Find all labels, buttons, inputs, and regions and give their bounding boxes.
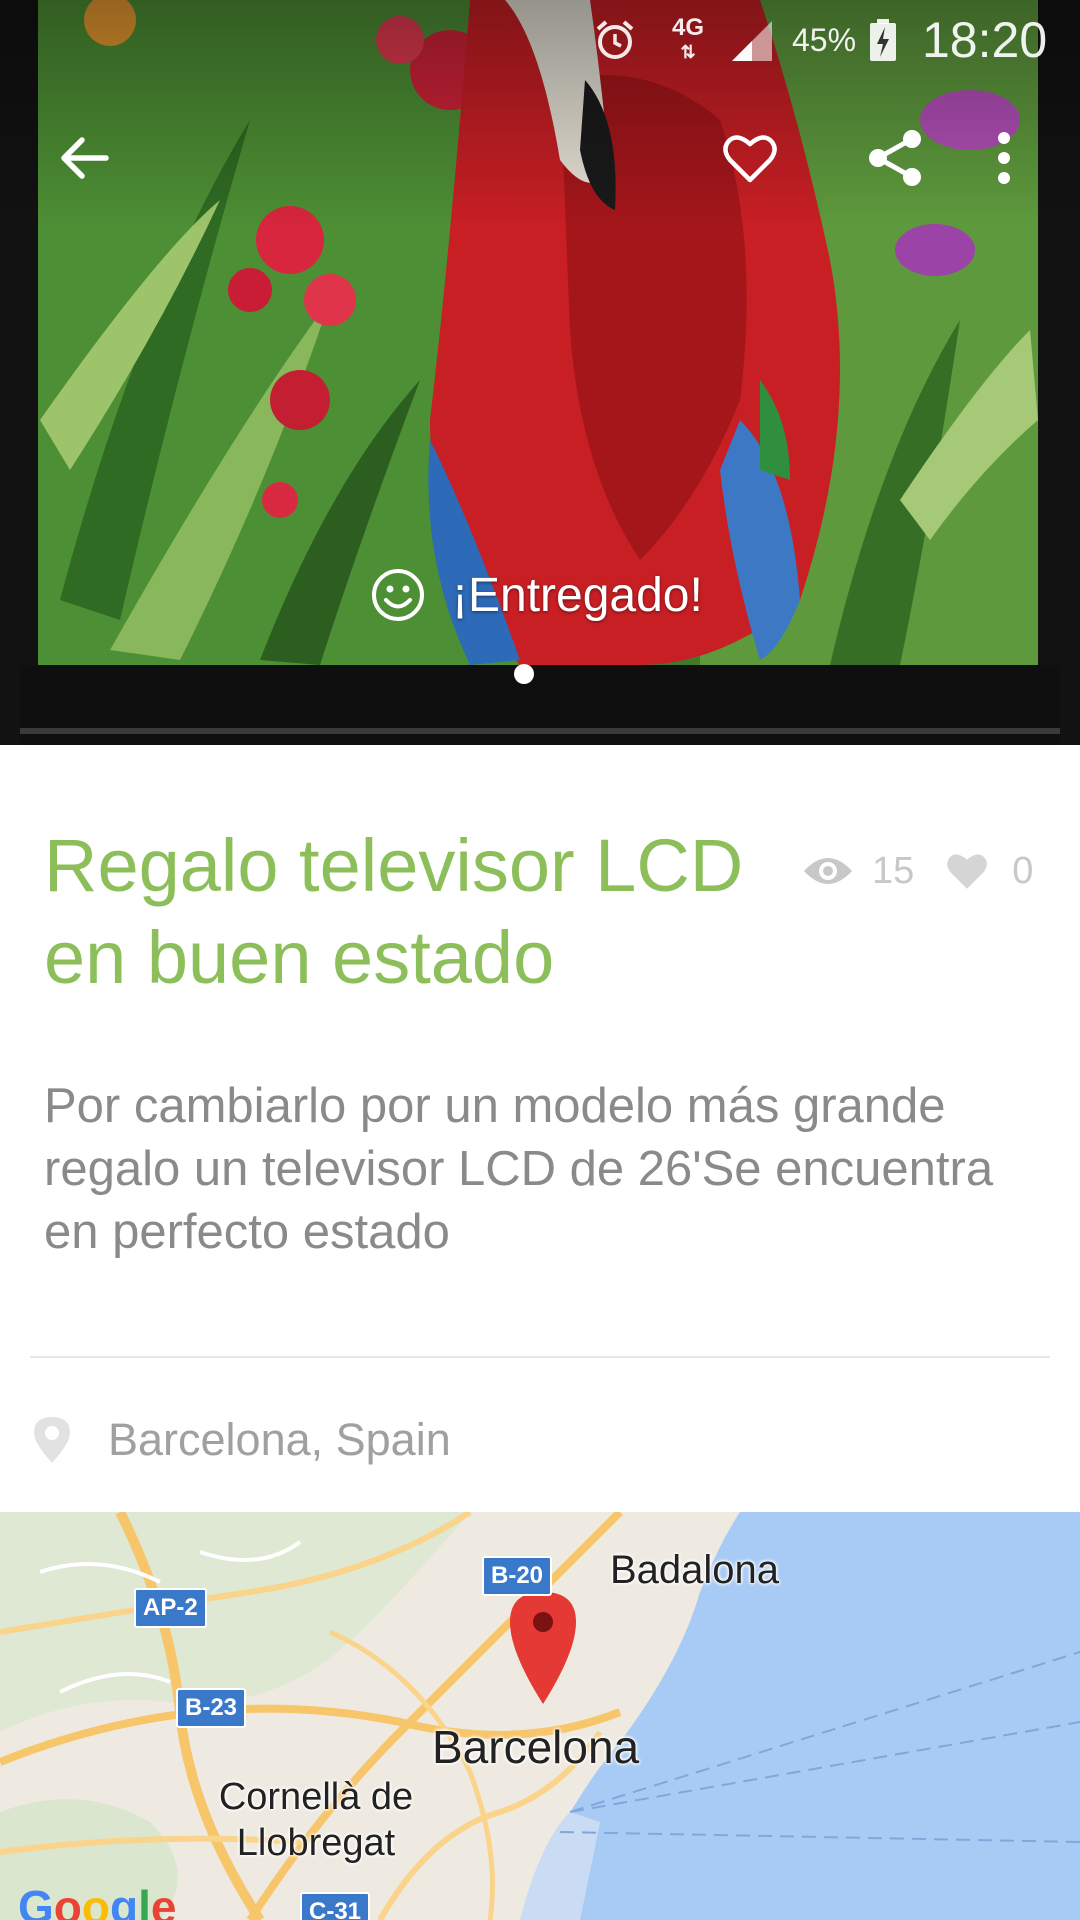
road-label-b20: B-20 (482, 1556, 553, 1596)
likes-count: 0 (1012, 849, 1034, 892)
alarm-icon (592, 0, 638, 80)
delivered-label: ¡Entregado! (452, 568, 703, 622)
listing-photo-carousel[interactable]: 4G ⇅ 45% 18:20 ¡Entregado! (0, 0, 1080, 745)
listing-stats: 15 0 (802, 836, 1033, 906)
network-type: 4G (672, 14, 705, 41)
map-label-barcelona: Barcelona (432, 1721, 640, 1773)
delivered-badge: ¡Entregado! (370, 560, 703, 630)
arrow-left-icon (61, 137, 109, 179)
data-arrows-icon: ⇅ (680, 42, 696, 62)
divider (30, 1356, 1050, 1358)
heart-icon (947, 854, 988, 889)
map-label-badalona: Badalona (610, 1548, 780, 1592)
google-logo: Google (18, 1881, 177, 1920)
page-indicator-dot (514, 664, 534, 684)
smiley-icon (372, 569, 424, 621)
heart-outline-icon (723, 135, 777, 183)
listing-description: Por cambiarlo por un modelo más grande r… (44, 1079, 994, 1259)
location-text: Barcelona, Spain (108, 1414, 451, 1465)
clock: 18:20 (922, 12, 1048, 68)
location-pin-icon (34, 1417, 70, 1463)
listing-title: Regalo televisor LCD en buen estado (44, 824, 744, 999)
battery-charging-icon (868, 0, 898, 80)
more-options-button[interactable] (956, 110, 1052, 206)
back-button[interactable] (36, 110, 132, 206)
more-vert-icon (998, 132, 1010, 184)
road-label-c31: C-31 (300, 1892, 371, 1920)
share-button[interactable] (848, 110, 944, 206)
signal-icon (728, 0, 776, 80)
map-label-cornella: Cornellà de Llobregat (218, 1776, 414, 1864)
favorite-button[interactable] (702, 110, 798, 206)
eye-icon (804, 858, 852, 884)
network-indicator: 4G ⇅ (672, 0, 704, 80)
views-count: 15 (872, 849, 915, 892)
location-map[interactable]: AP-2 B-20 B-23 C-31 Badalona Barcelona C… (0, 1512, 1080, 1920)
road-label-ap2: AP-2 (134, 1588, 207, 1628)
location-row: Barcelona, Spain (30, 1405, 451, 1475)
share-icon (869, 130, 921, 186)
battery-percent: 45% (792, 21, 857, 58)
status-bar: 4G ⇅ 45% 18:20 (0, 0, 1080, 80)
road-label-b23: B-23 (176, 1688, 247, 1728)
